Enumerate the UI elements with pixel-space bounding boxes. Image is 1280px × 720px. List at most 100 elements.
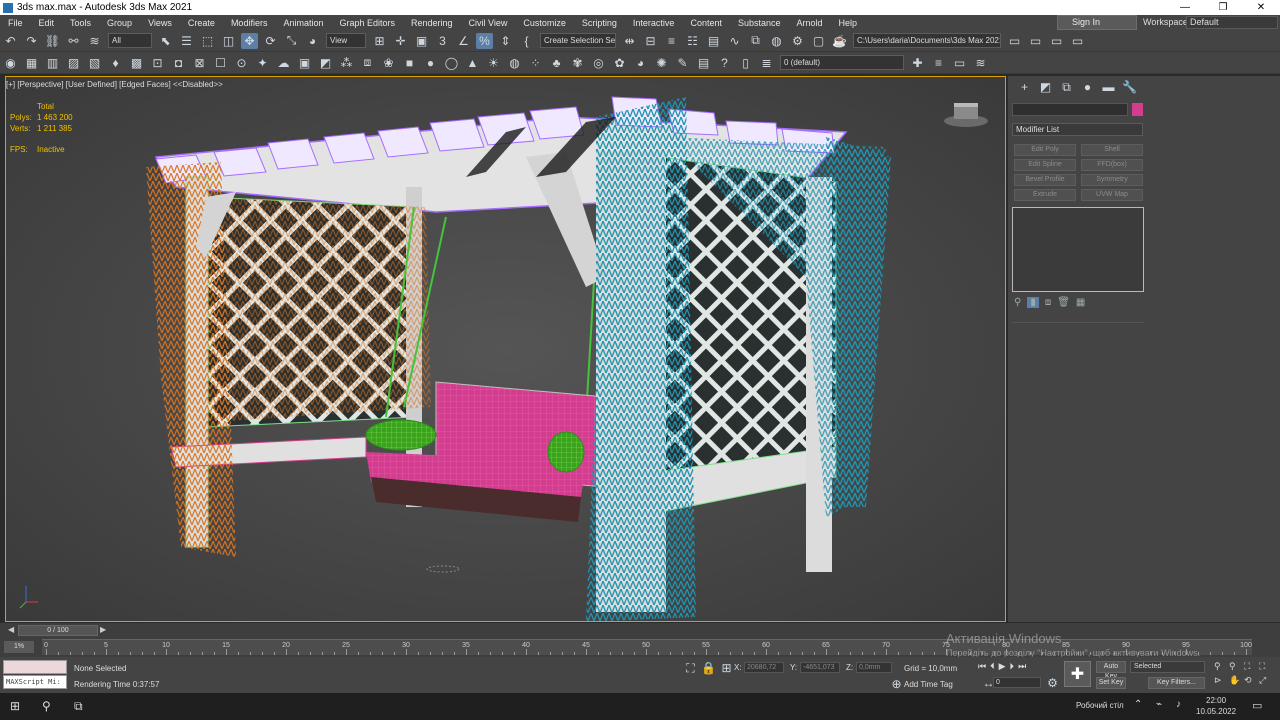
redo-icon[interactable]: ↷ xyxy=(23,33,40,49)
desktop-label[interactable]: Робочий стіл xyxy=(1076,701,1124,710)
zoom-icon[interactable]: ⚲ xyxy=(1214,661,1229,672)
orbit-icon[interactable]: ⟲ xyxy=(1244,675,1259,686)
project-folder-dropdown[interactable]: C:\Users\daria\Documents\3ds Max 2021 xyxy=(853,33,1001,48)
tray-chevron-icon[interactable]: ⌃ xyxy=(1134,699,1142,710)
menu-file[interactable]: File xyxy=(0,18,31,28)
absolute-mode-icon[interactable]: ⊞ xyxy=(718,660,735,676)
maximize-viewport-icon[interactable]: ⤢ xyxy=(1259,675,1274,686)
create-tab-icon[interactable]: + xyxy=(1014,80,1035,94)
layer-manager-icon[interactable]: ▤ xyxy=(695,55,712,71)
place-icon[interactable]: ◕ xyxy=(304,33,321,49)
palette-icon[interactable]: ✺ xyxy=(653,55,670,71)
region-select-icon[interactable]: ⬚ xyxy=(199,33,216,49)
cone-icon[interactable]: ▲ xyxy=(464,55,481,71)
object-color-swatch[interactable] xyxy=(1132,103,1143,116)
named-selection-sets-dropdown[interactable]: Create Selection Se xyxy=(540,33,616,48)
hierarchy-tab-icon[interactable]: ⧉ xyxy=(1056,80,1077,95)
project-icon-4[interactable]: ▭ xyxy=(1069,33,1086,49)
material-editor-icon[interactable]: ◍ xyxy=(768,33,785,49)
auto-key-button[interactable]: Auto Key xyxy=(1096,661,1126,680)
prev-frame-arrow-icon[interactable]: ◀ xyxy=(8,625,14,634)
selection-filter-dropdown[interactable]: All xyxy=(108,33,152,48)
set-key-button[interactable]: Set Key xyxy=(1096,677,1126,689)
extrude-button[interactable]: Extrude xyxy=(1014,189,1076,201)
volume-icon[interactable]: ♪ xyxy=(1176,699,1181,710)
menu-help[interactable]: Help xyxy=(831,18,866,28)
globe-icon[interactable]: ◎ xyxy=(590,55,607,71)
menu-create[interactable]: Create xyxy=(180,18,223,28)
maxscript-listener[interactable] xyxy=(3,660,67,674)
edit-poly-button[interactable]: Edit Poly xyxy=(1014,144,1076,156)
zoom-all-icon[interactable]: ⚲ xyxy=(1229,661,1244,672)
bevel-profile-button[interactable]: Bevel Profile xyxy=(1014,174,1076,186)
search-icon[interactable]: ⚲ xyxy=(42,699,51,713)
menu-scripting[interactable]: Scripting xyxy=(574,18,625,28)
display-icon[interactable]: ▯ xyxy=(737,55,754,71)
menu-arnold[interactable]: Arnold xyxy=(789,18,831,28)
percent-snap-icon[interactable]: % xyxy=(476,32,493,49)
show-end-result-icon[interactable]: ▮ xyxy=(1027,297,1039,308)
cylinder-icon[interactable]: ◯ xyxy=(443,55,460,71)
maxscript-mini-listener[interactable]: MAXScript Mi: xyxy=(3,675,67,689)
scene-tool-icon-10[interactable]: ☐ xyxy=(212,55,229,71)
group-icon[interactable]: ⧈ xyxy=(359,55,376,71)
start-icon[interactable]: ⊞ xyxy=(10,699,20,713)
configure-sets-icon[interactable]: ▦ xyxy=(1076,297,1085,308)
spinner-snap-icon[interactable]: ⇕ xyxy=(497,33,514,49)
bind-spacewarp-icon[interactable]: ≋ xyxy=(86,33,103,49)
image-icon[interactable]: ▣ xyxy=(296,55,313,71)
move-icon[interactable]: ✥ xyxy=(241,32,258,49)
angle-snap-icon[interactable]: ∠ xyxy=(455,33,472,49)
time-tag-icon[interactable]: ⊕ xyxy=(888,676,905,692)
zoom-extents-all-icon[interactable]: ⛶ xyxy=(1259,661,1274,672)
menu-animation[interactable]: Animation xyxy=(275,18,331,28)
layer-props-icon[interactable]: ▭ xyxy=(951,55,968,71)
link-icon[interactable]: ⛓ xyxy=(44,33,61,49)
menu-rendering[interactable]: Rendering xyxy=(403,18,461,28)
bulb-icon[interactable]: ✦ xyxy=(254,55,271,71)
utilities-tab-icon[interactable]: 🔧 xyxy=(1119,80,1140,94)
scene-tool-icon-2[interactable]: ▥ xyxy=(44,55,61,71)
plant-icon[interactable]: ✿ xyxy=(611,55,628,71)
menu-civil-view[interactable]: Civil View xyxy=(461,18,516,28)
rotate-icon[interactable]: ⟳ xyxy=(262,33,279,49)
select-manipulate-icon[interactable]: ✛ xyxy=(392,33,409,49)
lock-selection-icon[interactable]: 🔒 xyxy=(700,660,717,676)
go-to-start-icon[interactable]: ⏮ xyxy=(978,661,986,672)
ffd-box-button[interactable]: FFD(box) xyxy=(1081,159,1143,171)
close-button[interactable]: ✕ xyxy=(1242,0,1280,15)
edit-named-sets-icon[interactable]: { xyxy=(518,33,535,49)
menu-interactive[interactable]: Interactive xyxy=(625,18,683,28)
toggle-ribbon-icon[interactable]: ▤ xyxy=(705,33,722,49)
menu-content[interactable]: Content xyxy=(682,18,730,28)
menu-customize[interactable]: Customize xyxy=(515,18,574,28)
snaps-toggle-icon[interactable]: 3 xyxy=(434,33,451,49)
maximize-button[interactable]: ❐ xyxy=(1204,0,1242,15)
material-ball-icon[interactable]: ◕ xyxy=(632,55,649,71)
y-coordinate-field[interactable]: -4651,073 xyxy=(800,662,840,673)
sphere-icon[interactable]: ● xyxy=(422,55,439,71)
light-icon[interactable]: ◉ xyxy=(2,55,19,71)
scene-tool-icon-8[interactable]: ◘ xyxy=(170,55,187,71)
pivot-icon[interactable]: ⊞ xyxy=(371,33,388,49)
rendered-frame-window-icon[interactable]: ▢ xyxy=(810,33,827,49)
workspaces-dropdown[interactable]: Default xyxy=(1186,16,1278,29)
layer-stack-icon[interactable]: ≣ xyxy=(758,55,775,71)
help-icon[interactable]: ? xyxy=(716,55,733,71)
reference-coord-dropdown[interactable]: View xyxy=(326,33,366,48)
modify-tab-icon[interactable]: ◩ xyxy=(1035,80,1056,94)
uvw-map-button[interactable]: UVW Map xyxy=(1081,189,1143,201)
key-filters-button[interactable]: Key Filters... xyxy=(1148,677,1205,689)
open-project-icon[interactable]: ▭ xyxy=(1006,33,1023,49)
modifier-stack[interactable] xyxy=(1012,207,1144,292)
viewport-label[interactable]: [+] [Perspective] [User Defined] [Edged … xyxy=(6,80,223,89)
scene-tool-icon-4[interactable]: ▧ xyxy=(86,55,103,71)
align-icon[interactable]: ⊟ xyxy=(642,33,659,49)
task-view-icon[interactable]: ⧉ xyxy=(74,699,83,714)
z-coordinate-field[interactable]: 0,0mm xyxy=(856,662,892,673)
add-to-layer-icon[interactable]: ✚ xyxy=(909,55,926,71)
keyboard-shortcut-icon[interactable]: ▣ xyxy=(413,33,430,49)
layer-dropdown[interactable]: 0 (default) xyxy=(780,55,904,70)
scene-tool-icon-7[interactable]: ⊡ xyxy=(149,55,166,71)
select-object-icon[interactable]: ⬉ xyxy=(157,33,174,49)
